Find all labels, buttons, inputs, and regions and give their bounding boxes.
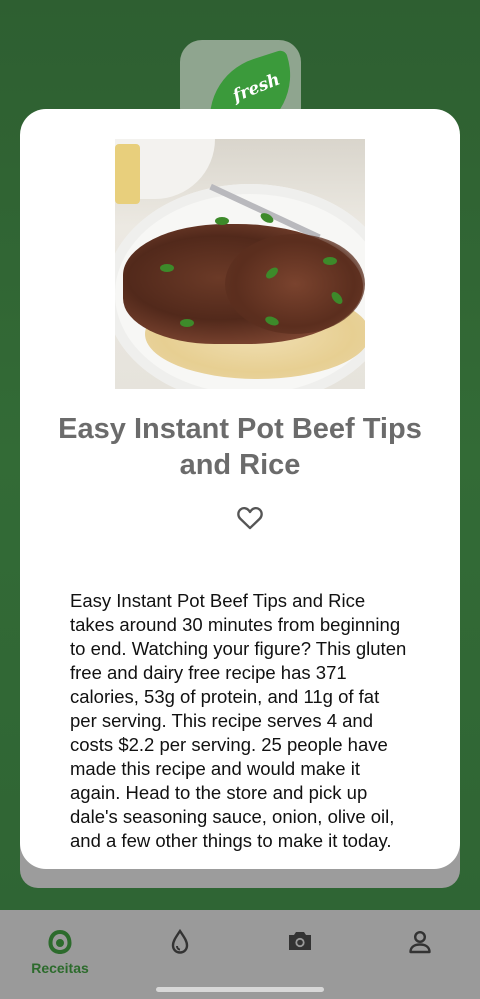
nav-item-water[interactable] <box>145 928 215 984</box>
recipe-card[interactable]: Easy Instant Pot Beef Tips and Rice Easy… <box>20 109 460 869</box>
bottom-navigation: Receitas <box>0 910 480 999</box>
recipe-image <box>115 139 365 389</box>
recipe-title: Easy Instant Pot Beef Tips and Rice <box>58 413 422 481</box>
camera-icon <box>289 932 311 950</box>
favorite-button[interactable] <box>232 499 268 535</box>
herb-garnish <box>160 264 174 272</box>
heart-outline-icon <box>237 506 263 530</box>
profile-icon <box>409 930 431 954</box>
nav-item-profile[interactable] <box>385 928 455 984</box>
home-indicator[interactable] <box>156 987 324 992</box>
nav-item-receitas[interactable]: Receitas <box>25 928 95 984</box>
nav-label-receitas: Receitas <box>31 960 89 976</box>
beef-tips-right <box>225 234 365 334</box>
background-bread <box>115 144 140 204</box>
herb-garnish <box>215 217 229 225</box>
recipe-description: Easy Instant Pot Beef Tips and Rice take… <box>70 590 407 851</box>
nav-item-camera[interactable] <box>265 928 335 984</box>
herb-garnish <box>180 319 194 327</box>
herb-garnish <box>323 257 337 265</box>
water-drop-icon <box>171 928 189 954</box>
recipes-icon <box>48 930 72 954</box>
